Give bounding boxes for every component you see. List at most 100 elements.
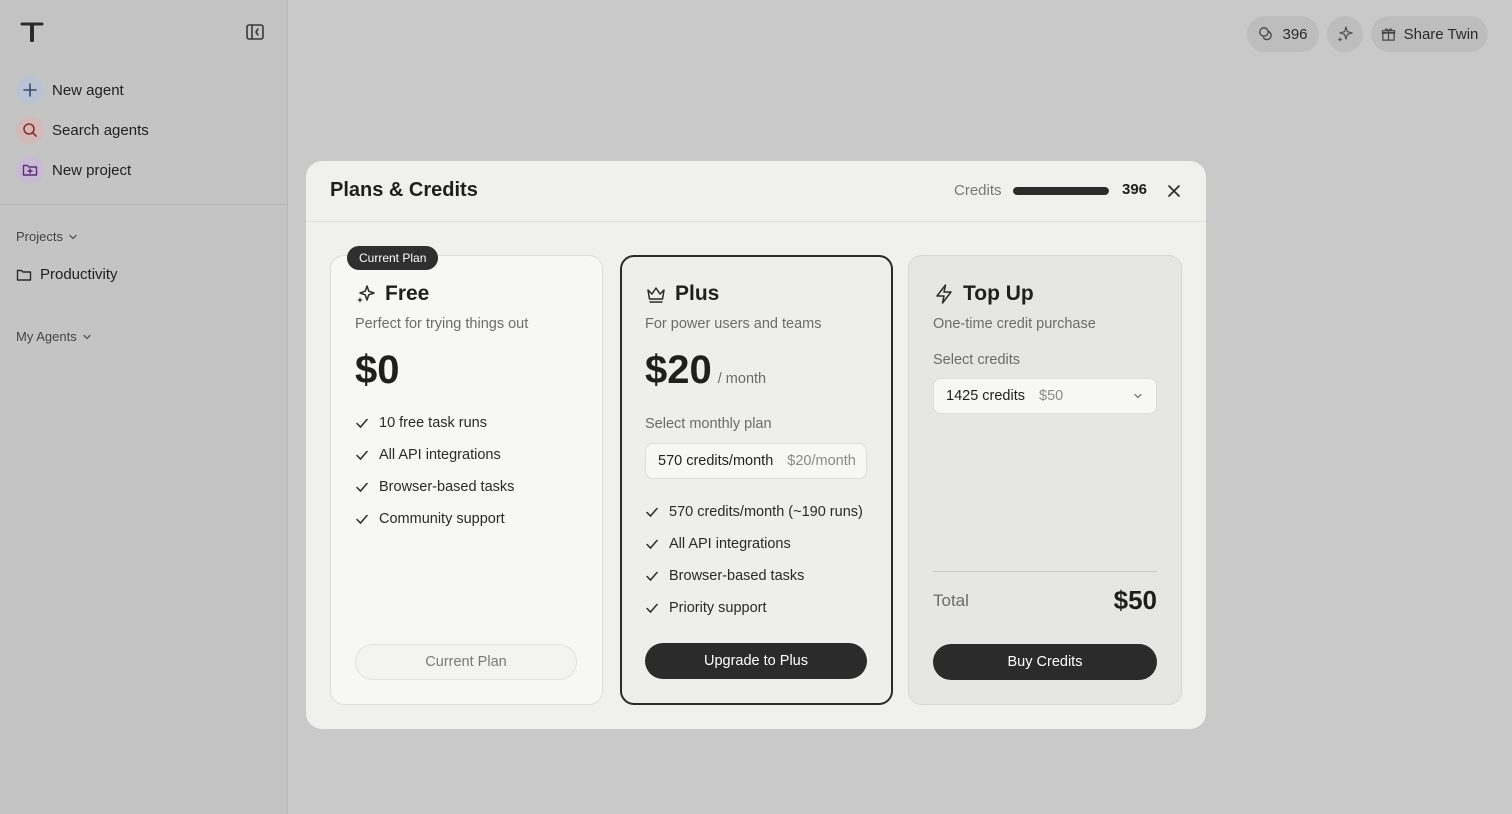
price-amount: $20 bbox=[645, 348, 712, 392]
current-plan-badge: Current Plan bbox=[347, 246, 439, 270]
free-feature-list: 10 free task runs All API integrations B… bbox=[355, 407, 514, 535]
check-icon bbox=[646, 507, 658, 518]
credits-value: 396 bbox=[1122, 181, 1148, 198]
folder-plus-icon bbox=[16, 156, 44, 184]
credits-pill[interactable]: 396 bbox=[1247, 16, 1319, 52]
sparkle-icon bbox=[357, 285, 375, 303]
check-icon bbox=[356, 514, 368, 525]
top-up-header: Top Up bbox=[933, 282, 1034, 306]
credits-progress-fill bbox=[1013, 187, 1109, 195]
gift-icon bbox=[1381, 27, 1395, 41]
crown-icon bbox=[647, 287, 665, 303]
close-button[interactable] bbox=[1164, 181, 1184, 201]
buy-credits-button[interactable]: Buy Credits bbox=[933, 644, 1157, 680]
feature-text: Browser-based tasks bbox=[379, 479, 515, 495]
folder-icon bbox=[16, 269, 32, 281]
list-item: Browser-based tasks bbox=[355, 471, 514, 503]
projects-section-label: Projects bbox=[16, 229, 63, 244]
plan-name: Free bbox=[385, 282, 430, 305]
check-icon bbox=[356, 482, 368, 493]
close-icon bbox=[1168, 185, 1180, 197]
select-credits-label: Select credits bbox=[933, 352, 1021, 368]
plus-icon bbox=[16, 76, 44, 104]
projects-section-toggle[interactable]: Projects bbox=[16, 229, 79, 244]
feature-text: Community support bbox=[379, 511, 505, 527]
feature-text: All API integrations bbox=[669, 536, 791, 552]
list-item: All API integrations bbox=[645, 528, 863, 560]
select-value: 570 credits/month bbox=[658, 453, 774, 469]
my-agents-section-label: My Agents bbox=[16, 329, 77, 344]
feature-text: All API integrations bbox=[379, 447, 501, 463]
modal-title: Plans & Credits bbox=[330, 179, 478, 201]
chevron-down-icon bbox=[69, 234, 77, 239]
plan-description: Perfect for trying things out bbox=[355, 316, 529, 332]
my-agents-section-toggle[interactable]: My Agents bbox=[16, 329, 93, 344]
collapse-sidebar-icon[interactable] bbox=[244, 22, 266, 42]
list-item: 10 free task runs bbox=[355, 407, 514, 439]
free-plan-header: Free bbox=[355, 282, 429, 306]
new-agent-label: New agent bbox=[52, 81, 124, 99]
feature-text: Browser-based tasks bbox=[669, 568, 805, 584]
credits-progress-bar bbox=[1013, 187, 1109, 195]
price-period: / month bbox=[717, 371, 767, 387]
select-price: $20/month bbox=[787, 453, 856, 469]
plan-name: Plus bbox=[675, 282, 720, 305]
sparkle-button[interactable] bbox=[1327, 16, 1363, 52]
new-agent-button[interactable]: New agent bbox=[16, 76, 124, 104]
plus-plan-card: Plus For power users and teams $20 / mon… bbox=[620, 255, 893, 705]
price-amount: $0 bbox=[355, 348, 400, 392]
total-divider bbox=[933, 571, 1157, 572]
search-icon bbox=[16, 116, 44, 144]
sidebar-item-productivity[interactable]: Productivity bbox=[16, 266, 118, 283]
check-icon bbox=[356, 450, 368, 461]
upgrade-to-plus-button[interactable]: Upgrade to Plus bbox=[645, 643, 867, 679]
sparkle-icon bbox=[1337, 26, 1353, 42]
plan-name: Top Up bbox=[963, 282, 1034, 305]
feature-text: 570 credits/month (~190 runs) bbox=[669, 504, 863, 520]
feature-text: 10 free task runs bbox=[379, 415, 487, 431]
chevron-down-icon bbox=[83, 334, 91, 339]
check-icon bbox=[646, 539, 658, 550]
current-plan-button[interactable]: Current Plan bbox=[355, 644, 577, 680]
modal-header: Plans & Credits Credits 396 bbox=[306, 161, 1206, 222]
feature-text: Priority support bbox=[669, 600, 767, 616]
plan-price: $0 bbox=[355, 348, 400, 393]
plan-description: For power users and teams bbox=[645, 316, 822, 332]
monthly-plan-select[interactable]: 570 credits/month $20/month bbox=[645, 443, 867, 479]
top-up-card: Top Up One-time credit purchase Select c… bbox=[908, 255, 1182, 705]
lightning-icon bbox=[936, 284, 952, 304]
project-label: Productivity bbox=[40, 266, 118, 283]
list-item: Community support bbox=[355, 503, 514, 535]
plus-feature-list: 570 credits/month (~190 runs) All API in… bbox=[645, 496, 863, 624]
search-agents-button[interactable]: Search agents bbox=[16, 116, 149, 144]
plans-credits-modal: Plans & Credits Credits 396 Current Plan… bbox=[306, 161, 1206, 729]
chevron-down-icon bbox=[1134, 393, 1142, 399]
list-item: 570 credits/month (~190 runs) bbox=[645, 496, 863, 528]
select-price: $50 bbox=[1039, 388, 1064, 404]
check-icon bbox=[646, 571, 658, 582]
check-icon bbox=[356, 418, 368, 429]
check-icon bbox=[646, 603, 658, 614]
share-twin-button[interactable]: Share Twin bbox=[1371, 16, 1488, 52]
credits-select[interactable]: 1425 credits $50 bbox=[933, 378, 1157, 414]
sidebar: New agent Search agents New project Proj… bbox=[0, 0, 288, 814]
app-logo[interactable] bbox=[20, 20, 44, 44]
coins-icon bbox=[1259, 27, 1273, 41]
select-monthly-plan-label: Select monthly plan bbox=[645, 416, 772, 432]
new-project-button[interactable]: New project bbox=[16, 156, 131, 184]
list-item: All API integrations bbox=[355, 439, 514, 471]
sidebar-divider bbox=[0, 204, 288, 205]
credits-label: Credits bbox=[954, 182, 1002, 199]
total-label: Total bbox=[933, 591, 969, 610]
plus-plan-header: Plus bbox=[645, 282, 719, 306]
credits-count: 396 bbox=[1282, 25, 1308, 43]
list-item: Browser-based tasks bbox=[645, 560, 863, 592]
search-agents-label: Search agents bbox=[52, 121, 149, 139]
select-value: 1425 credits bbox=[946, 388, 1025, 404]
list-item: Priority support bbox=[645, 592, 863, 624]
free-plan-card: Current Plan Free Perfect for trying thi… bbox=[330, 246, 603, 705]
plan-price: $20 / month bbox=[645, 348, 766, 393]
plan-description: One-time credit purchase bbox=[933, 316, 1096, 332]
total-value: $50 bbox=[1113, 585, 1157, 615]
share-twin-label: Share Twin bbox=[1403, 25, 1479, 43]
